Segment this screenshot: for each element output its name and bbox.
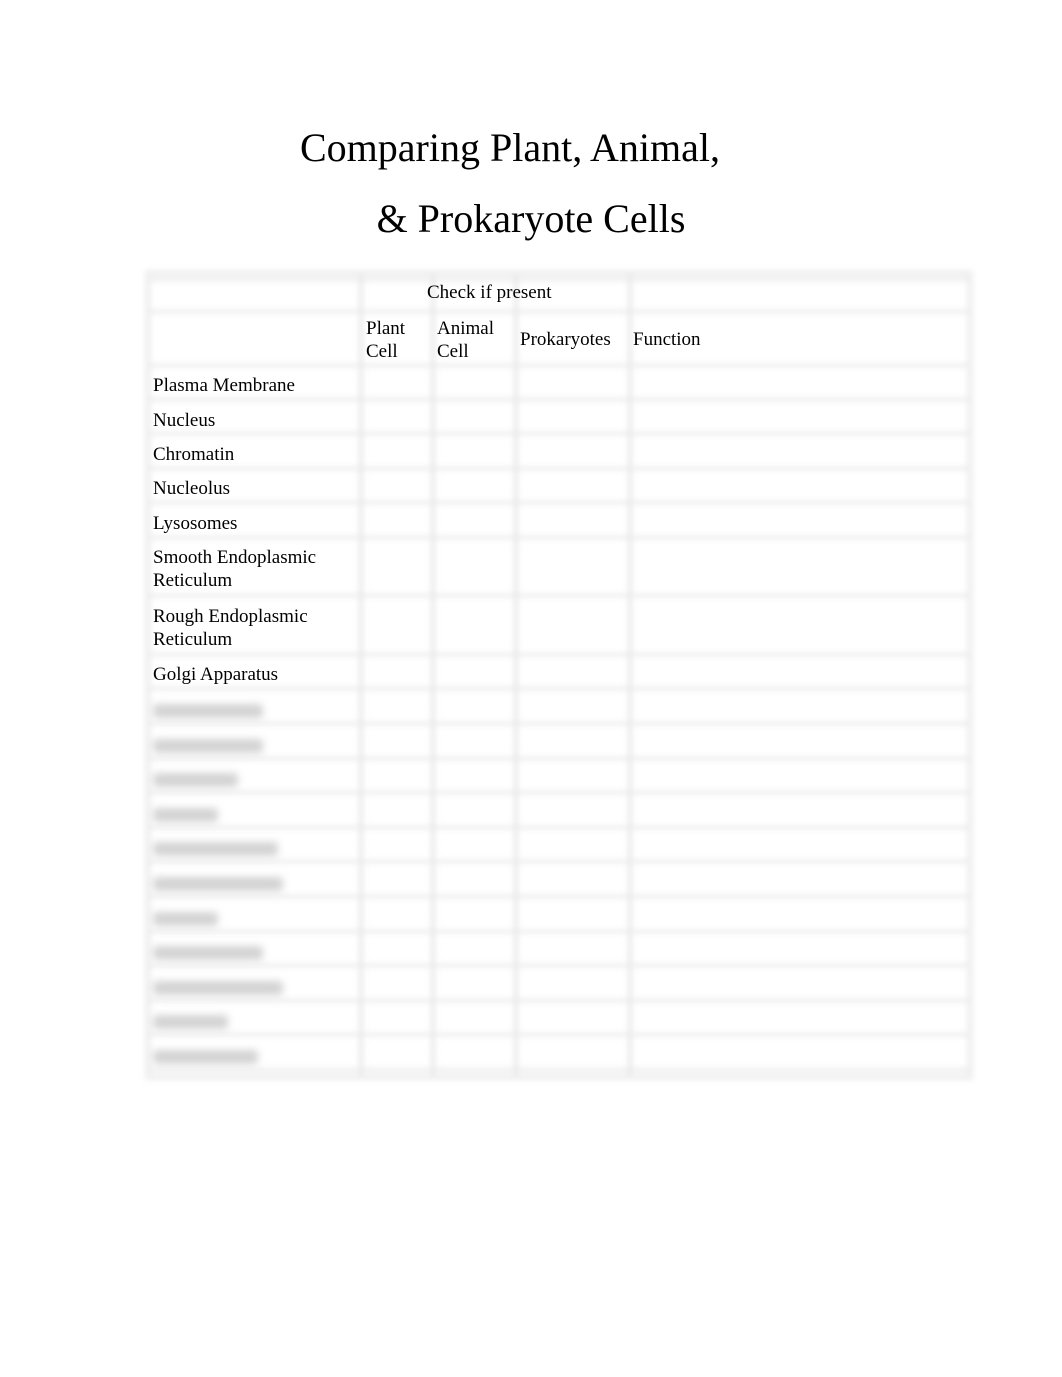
table-column-divider [431,274,435,1076]
col-header-function: Function [633,329,701,350]
table-row-label: Chromatin [153,444,235,465]
table-row-divider [149,998,969,1002]
blurred-row-label [153,704,263,718]
table-row-divider [149,756,969,760]
blurred-row-label [153,980,283,995]
blurred-row-label [153,946,263,961]
col-header-animal-cell: Animal Cell [437,317,494,363]
blurred-row-label [153,911,218,926]
table-row-divider [149,825,969,829]
table-column-divider [628,274,632,1076]
col-header-animal-line2: Cell [437,341,469,362]
col-header-plant-line2: Cell [366,341,398,362]
table-row-divider [149,895,969,898]
table-row-label: Nucleolus [153,478,231,499]
blurred-row-label [153,807,218,822]
table-row-divider [149,536,969,539]
table-row-divider [149,432,969,435]
table-row-divider [149,501,969,504]
table-column-divider [514,274,518,1076]
blurred-row-label [153,1050,258,1064]
table-row-divider [149,929,969,933]
table-row-divider [149,722,969,725]
col-header-animal-line1: Animal [437,318,494,339]
table-row-divider [149,687,969,690]
col-header-plant-line1: Plant [366,318,406,339]
table-column-divider [359,274,363,1076]
blurred-row-label [153,738,263,753]
check-if-present-header: Check if present [427,282,552,303]
blurred-row-label [153,773,238,788]
col-header-plant-cell: Plant Cell [366,317,405,363]
table-row-divider [149,278,969,281]
table-row-label: Nucleus [153,410,216,431]
table-row-divider [149,964,969,968]
table-row-divider [149,1033,969,1037]
table-row-label: Lysosomes [153,513,238,534]
table-row-divider [149,310,969,313]
table-row-divider [149,653,969,656]
document-title-line-2: & Prokaryote Cells [376,196,686,241]
table-row-divider [149,467,969,470]
table-row-label: Rough Endoplasmic Reticulum [153,606,308,650]
table-row-divider [149,594,969,597]
table-row-divider [149,398,969,401]
table-row-label: Plasma Membrane [153,375,295,396]
table-row-divider [149,364,969,367]
blurred-row-label [153,1015,228,1030]
blurred-row-label [153,842,278,857]
table-row-divider [149,791,969,795]
table-row-divider [149,1068,969,1071]
table-row-divider [149,860,969,864]
table-row-label: Golgi Apparatus [153,664,279,685]
organelle-comparison-table: Check if present Plant Cell Animal Cell … [145,270,973,1080]
document-title-line-1: Comparing Plant, Animal, [300,125,720,170]
blurred-row-label [153,877,283,891]
table-row-label: Smooth Endoplasmic Reticulum [153,547,317,591]
col-header-prokaryotes: Prokaryotes [520,329,611,350]
